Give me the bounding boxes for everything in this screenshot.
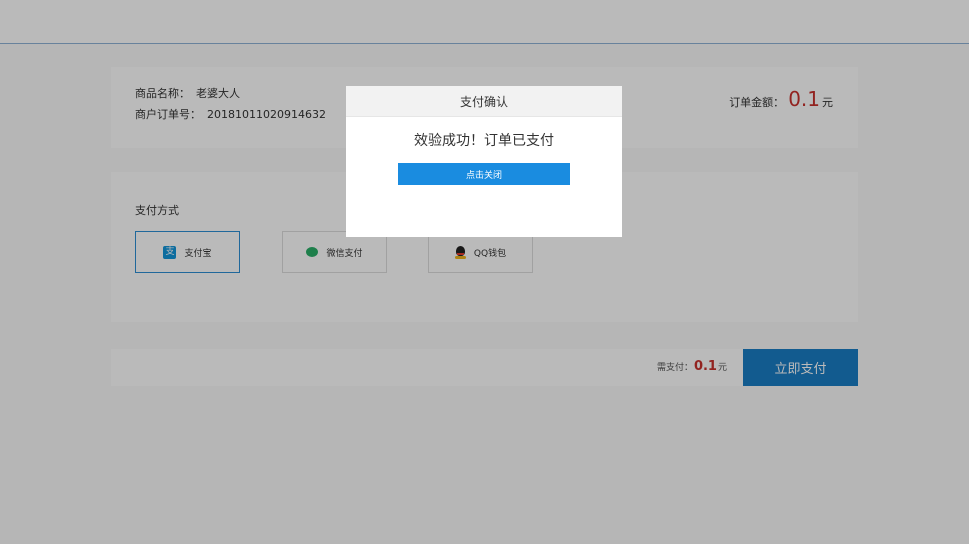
payment-confirm-dialog: 支付确认 效验成功！订单已支付 点击关闭: [346, 86, 622, 237]
close-dialog-button[interactable]: 点击关闭: [398, 163, 570, 185]
dialog-title: 支付确认: [346, 86, 622, 117]
modal-overlay[interactable]: [0, 0, 969, 544]
dialog-message: 效验成功！订单已支付: [414, 133, 554, 149]
